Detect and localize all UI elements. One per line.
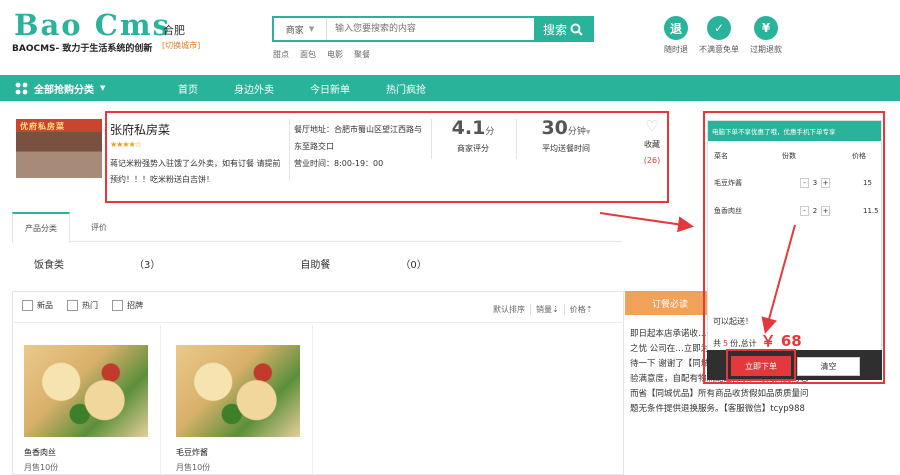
site-logo[interactable]: Bao Cms bbox=[14, 10, 171, 40]
hot-word-link[interactable]: 面包 bbox=[300, 49, 316, 60]
hot-search-words: 甜点 面包 电影 聚餐 bbox=[273, 49, 370, 60]
search-button-label: 搜索 bbox=[542, 22, 567, 37]
service-label: 随时退 bbox=[664, 45, 688, 54]
product-card[interactable]: 鱼香肉丝 月售10份 bbox=[24, 345, 148, 473]
product-name[interactable]: 毛豆炸酱 bbox=[176, 447, 300, 458]
service-label: 过期退款 bbox=[750, 45, 782, 54]
product-card[interactable]: 毛豆炸酱 月售10份 bbox=[176, 345, 300, 473]
chevron-down-icon: ▼ bbox=[308, 25, 315, 33]
divider bbox=[312, 325, 313, 475]
category-name: 饭食类 bbox=[34, 260, 64, 271]
service-expired-refund[interactable]: ¥ 过期退款 bbox=[746, 16, 786, 55]
filter-hot-checkbox[interactable]: 热门 bbox=[67, 300, 98, 311]
sort-sales[interactable]: 销量⇣ bbox=[531, 304, 565, 315]
highlight-box bbox=[726, 349, 796, 381]
checkbox-box bbox=[112, 300, 123, 311]
refund-icon: 退 bbox=[664, 16, 688, 40]
category-item[interactable]: 自助餐 （0） bbox=[300, 256, 496, 271]
chevron-down-icon: ▼ bbox=[100, 84, 106, 92]
service-label: 不满意免单 bbox=[699, 45, 739, 54]
product-name[interactable]: 鱼香肉丝 bbox=[24, 447, 148, 458]
sort-options: 默认排序 销量⇣ 价格⇡ bbox=[488, 304, 597, 315]
current-city: 合肥 bbox=[163, 24, 185, 37]
notice-title: 订餐必读 bbox=[625, 291, 715, 315]
category-count: （3） bbox=[134, 260, 161, 271]
checkbox-box bbox=[67, 300, 78, 311]
switch-city-link[interactable]: [切换城市] bbox=[162, 40, 200, 51]
filter-signature-checkbox[interactable]: 招牌 bbox=[112, 300, 143, 311]
search-input[interactable] bbox=[327, 18, 534, 40]
search-icon bbox=[570, 23, 583, 36]
checkbox-box bbox=[22, 300, 33, 311]
hot-word-link[interactable]: 甜点 bbox=[273, 49, 289, 60]
order-notice-panel: 订餐必读 即日起本店承诺收…何质量问题我们包…幼后顾之忧 公司在…立即为您处理配… bbox=[625, 291, 809, 475]
category-item[interactable]: 饭食类 （3） bbox=[34, 256, 230, 271]
product-image[interactable] bbox=[24, 345, 148, 437]
filter-label: 新品 bbox=[37, 301, 53, 310]
yen-icon: ¥ bbox=[754, 16, 778, 40]
sort-default[interactable]: 默认排序 bbox=[488, 304, 531, 315]
service-refund-anytime[interactable]: 退 随时退 bbox=[656, 16, 696, 55]
divider bbox=[160, 325, 161, 475]
tab-product-categories[interactable]: 产品分类 bbox=[12, 212, 70, 243]
grid-icon bbox=[15, 82, 28, 94]
hot-word-link[interactable]: 聚餐 bbox=[354, 49, 370, 60]
main-nav: 全部抢购分类 ▼ 首页 身边外卖 今日新单 热门疯抢 bbox=[0, 75, 900, 101]
filter-new-checkbox[interactable]: 新品 bbox=[22, 300, 53, 311]
tab-reviews[interactable]: 评价 bbox=[70, 212, 128, 242]
highlight-box bbox=[105, 111, 669, 203]
search-button[interactable]: 搜索 bbox=[534, 18, 592, 40]
product-monthly-sales: 月售10份 bbox=[24, 463, 59, 472]
product-monthly-sales: 月售10份 bbox=[176, 463, 211, 472]
product-image[interactable] bbox=[176, 345, 300, 437]
sort-price[interactable]: 价格⇡ bbox=[565, 304, 598, 315]
all-categories-menu[interactable]: 全部抢购分类 ▼ bbox=[0, 81, 118, 96]
check-icon: ✓ bbox=[707, 16, 731, 40]
shop-photo: 优府私房菜 bbox=[16, 119, 102, 178]
category-name: 自助餐 bbox=[300, 260, 331, 271]
search-category-label: 商家 bbox=[285, 25, 304, 36]
category-count: （0） bbox=[400, 260, 427, 271]
tab-bar: 产品分类 评价 bbox=[12, 212, 622, 243]
all-categories-label: 全部抢购分类 bbox=[34, 84, 94, 96]
divider bbox=[12, 322, 624, 323]
product-category-list: 饭食类 （3） 自助餐 （0） bbox=[34, 256, 567, 271]
search-bar: 商家 ▼ 搜索 bbox=[272, 16, 594, 42]
service-free-if-unsatisfied[interactable]: ✓ 不满意免单 bbox=[699, 16, 739, 55]
hot-word-link[interactable]: 电影 bbox=[327, 49, 343, 60]
nav-item-takeout[interactable]: 身边外卖 bbox=[216, 81, 292, 96]
site-slogan: BAOCMS- 致力于生活系统的创新 bbox=[12, 44, 153, 54]
filter-label: 热门 bbox=[82, 301, 98, 310]
shop-sign-text: 优府私房菜 bbox=[20, 122, 65, 131]
nav-item-home[interactable]: 首页 bbox=[160, 81, 216, 96]
filter-label: 招牌 bbox=[127, 301, 143, 310]
highlight-box bbox=[703, 111, 885, 384]
nav-item-new-deals[interactable]: 今日新单 bbox=[292, 81, 368, 96]
nav-item-hot[interactable]: 热门疯抢 bbox=[368, 81, 444, 96]
filter-bar: 新品 热门 招牌 bbox=[22, 300, 143, 311]
search-category-select[interactable]: 商家 ▼ bbox=[274, 18, 327, 40]
